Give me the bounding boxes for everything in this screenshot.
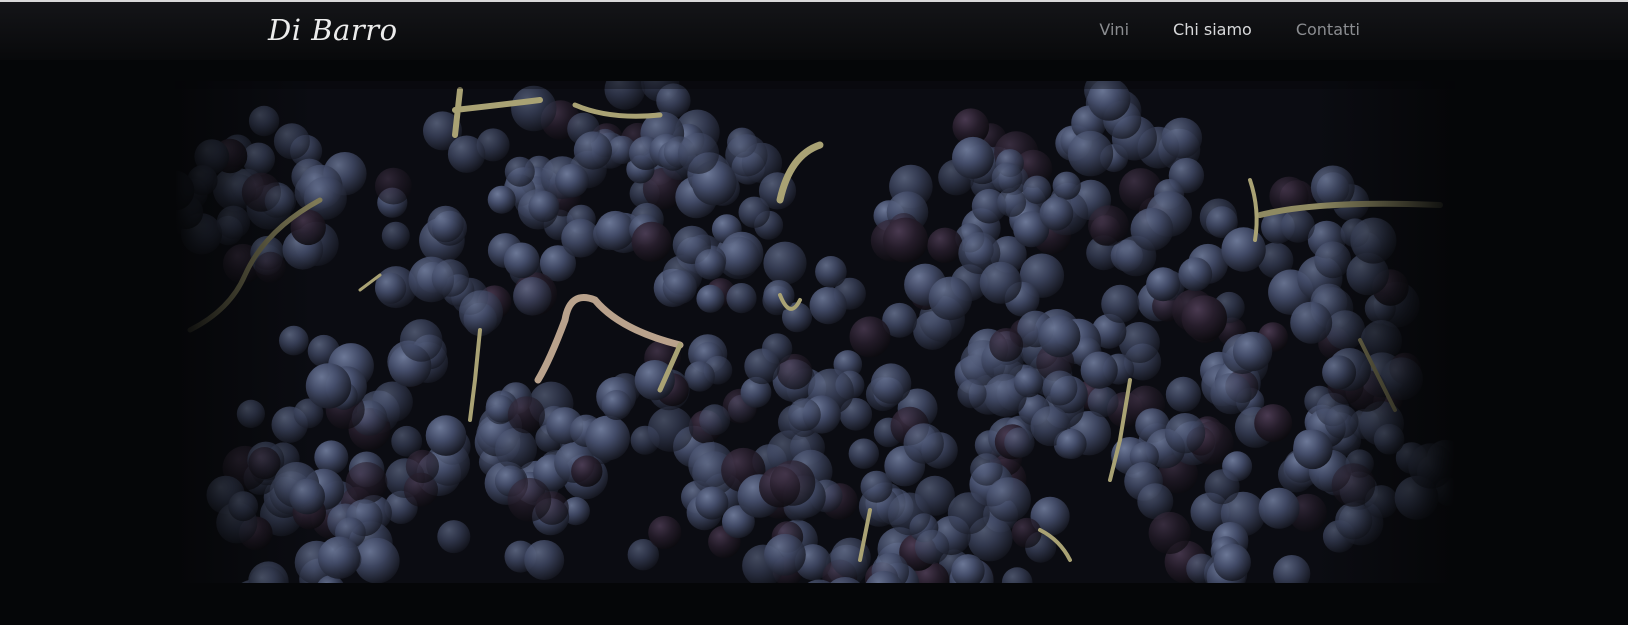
main-nav: Vini Chi siamo Contatti [1099, 19, 1360, 41]
page: Di Barro Vini Chi siamo Contatti [0, 0, 1628, 625]
site-logo[interactable]: Di Barro [268, 12, 398, 48]
site-header: Di Barro Vini Chi siamo Contatti [0, 2, 1628, 60]
nav-link-chi-siamo[interactable]: Chi siamo [1173, 19, 1252, 41]
hero-section [0, 60, 1628, 625]
nav-link-contatti[interactable]: Contatti [1296, 19, 1360, 41]
nav-link-vini[interactable]: Vini [1099, 19, 1129, 41]
grapes-photo [175, 81, 1455, 583]
